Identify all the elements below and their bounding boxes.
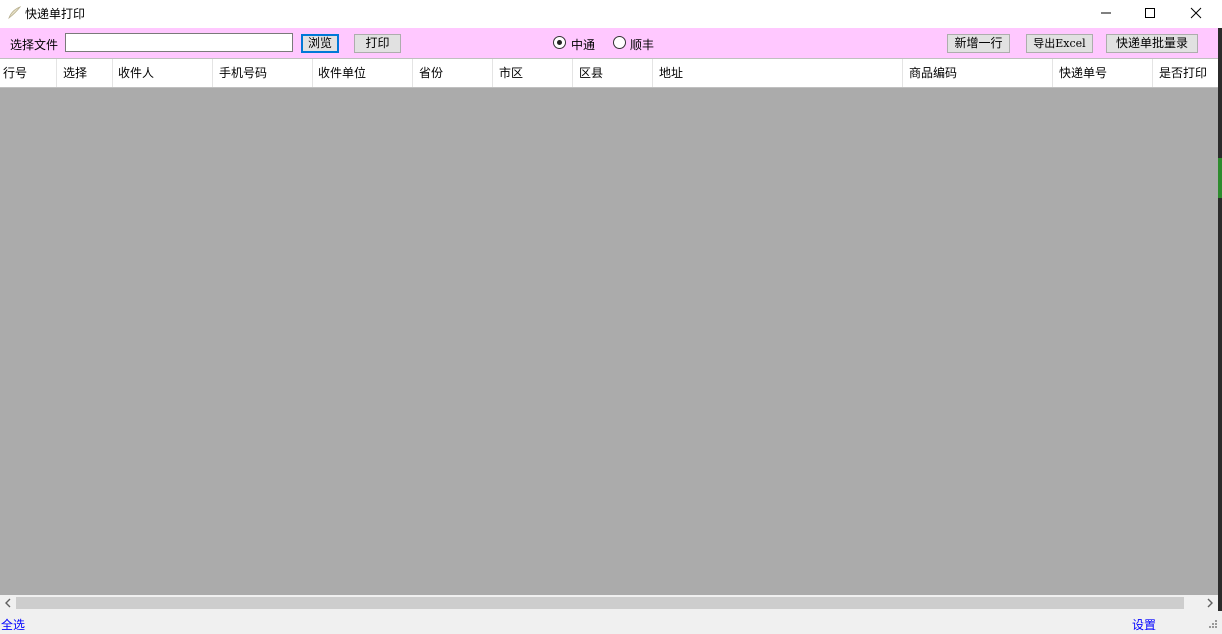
title-bar: 快递单打印 (0, 0, 1222, 28)
print-button[interactable]: 打印 (354, 34, 401, 53)
select-all-link[interactable]: 全选 (1, 616, 25, 633)
carrier-zto-radio[interactable] (553, 36, 566, 49)
edge-accent (1218, 158, 1222, 198)
close-icon (1190, 7, 1202, 19)
maximize-button[interactable] (1127, 0, 1173, 26)
column-header-district[interactable]: 区县 (573, 59, 653, 87)
horizontal-scrollbar[interactable] (0, 595, 1218, 611)
window-title: 快递单打印 (25, 7, 86, 21)
browse-button[interactable]: 浏览 (301, 34, 339, 53)
column-header-select[interactable]: 选择 (57, 59, 113, 87)
column-header-city[interactable]: 市区 (493, 59, 573, 87)
scrollbar-thumb[interactable] (16, 597, 1184, 609)
column-header-recipient[interactable]: 收件人 (113, 59, 213, 87)
carrier-sf-radio[interactable] (613, 36, 626, 49)
column-header-address[interactable]: 地址 (653, 59, 903, 87)
column-header-printed[interactable]: 是否打印 (1153, 59, 1218, 87)
column-header-tracking-number[interactable]: 快递单号 (1053, 59, 1153, 87)
carrier-sf-label[interactable]: 顺丰 (630, 36, 654, 53)
column-header-province[interactable]: 省份 (413, 59, 493, 87)
data-grid[interactable]: 行号 选择 收件人 手机号码 收件单位 省份 市区 区县 地址 商品编码 快递单… (0, 58, 1218, 595)
maximize-icon (1145, 8, 1155, 18)
file-label: 选择文件 (10, 38, 59, 52)
file-path-input[interactable] (65, 33, 293, 52)
toolbar: 选择文件 浏览 打印 中通 顺丰 新增一行 导出Excel 快递单批量录 (0, 28, 1218, 58)
grid-header-row: 行号 选择 收件人 手机号码 收件单位 省份 市区 区县 地址 商品编码 快递单… (0, 58, 1218, 88)
app-feather-icon (8, 6, 21, 20)
window-edge (1218, 28, 1222, 611)
carrier-zto-label[interactable]: 中通 (571, 36, 595, 53)
column-header-row-number[interactable]: 行号 (0, 59, 57, 87)
column-header-product-code[interactable]: 商品编码 (903, 59, 1053, 87)
scroll-right-icon[interactable] (1202, 595, 1218, 611)
resize-grip-icon[interactable] (1206, 619, 1218, 631)
minimize-icon (1101, 12, 1111, 14)
export-excel-button[interactable]: 导出Excel (1026, 34, 1093, 53)
batch-entry-button[interactable]: 快递单批量录 (1106, 34, 1198, 53)
minimize-button[interactable] (1083, 0, 1129, 26)
close-button[interactable] (1173, 0, 1219, 26)
radio-selected-dot (557, 40, 562, 45)
settings-link[interactable]: 设置 (1132, 616, 1156, 633)
column-header-company[interactable]: 收件单位 (313, 59, 413, 87)
add-row-button[interactable]: 新增一行 (947, 34, 1010, 53)
status-bar: 全选 设置 (0, 611, 1222, 634)
column-header-phone[interactable]: 手机号码 (213, 59, 313, 87)
scroll-left-icon[interactable] (0, 595, 16, 611)
